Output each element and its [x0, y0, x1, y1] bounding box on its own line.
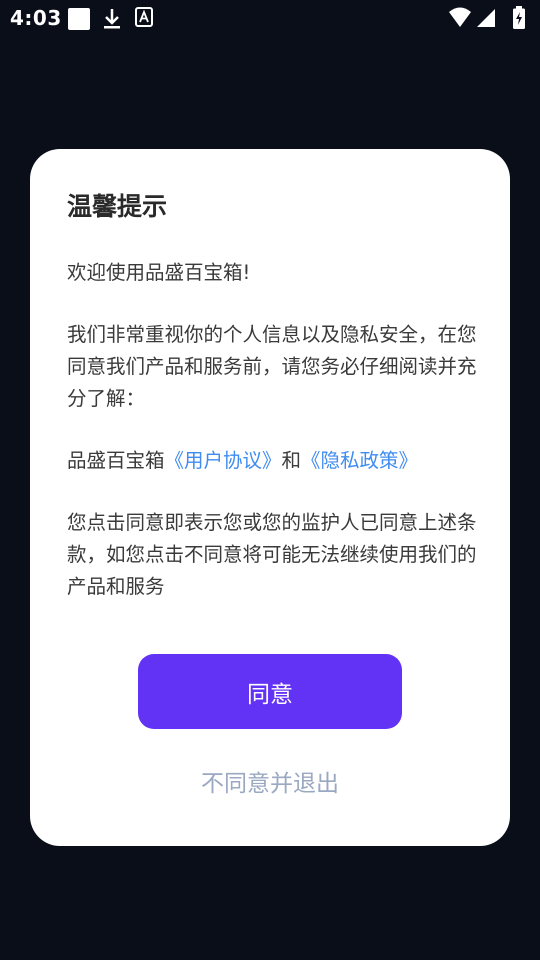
user-agreement-link[interactable]: 《用户协议》: [165, 449, 282, 472]
status-bar: 4:03: [0, 0, 540, 36]
blank-square-icon: [67, 7, 91, 35]
wifi-icon: [448, 6, 472, 32]
status-time: 4:03: [10, 6, 62, 30]
notice-text: 您点击同意即表示您或您的监护人已同意上述条款，如您点击不同意将可能无法继续使用我…: [67, 511, 477, 598]
dialog-body: 欢迎使用品盛百宝箱! 我们非常重视你的个人信息以及隐私安全，在您同意我们产品和服…: [67, 257, 477, 603]
intro-text: 我们非常重视你的个人信息以及隐私安全，在您同意我们产品和服务前，请您务必仔细阅读…: [67, 323, 477, 410]
status-system-icons: [448, 6, 532, 30]
welcome-text: 欢迎使用品盛百宝箱!: [67, 261, 251, 284]
app-name-text: 品盛百宝箱: [67, 449, 165, 472]
agree-button[interactable]: 同意: [138, 654, 402, 729]
dialog-title: 温馨提示: [67, 192, 168, 221]
privacy-policy-link[interactable]: 《隐私政策》: [301, 449, 418, 472]
decline-exit-button[interactable]: 不同意并退出: [30, 764, 510, 798]
and-text: 和: [281, 449, 302, 472]
download-icon: [102, 7, 122, 35]
privacy-dialog: 温馨提示 欢迎使用品盛百宝箱! 我们非常重视你的个人信息以及隐私安全，在您同意我…: [30, 149, 510, 846]
font-app-icon: [135, 7, 153, 31]
policy-links-line: 品盛百宝箱《用户协议》和《隐私政策》: [67, 445, 477, 477]
cellular-signal-icon: [476, 8, 496, 32]
battery-charging-icon: [512, 6, 526, 34]
